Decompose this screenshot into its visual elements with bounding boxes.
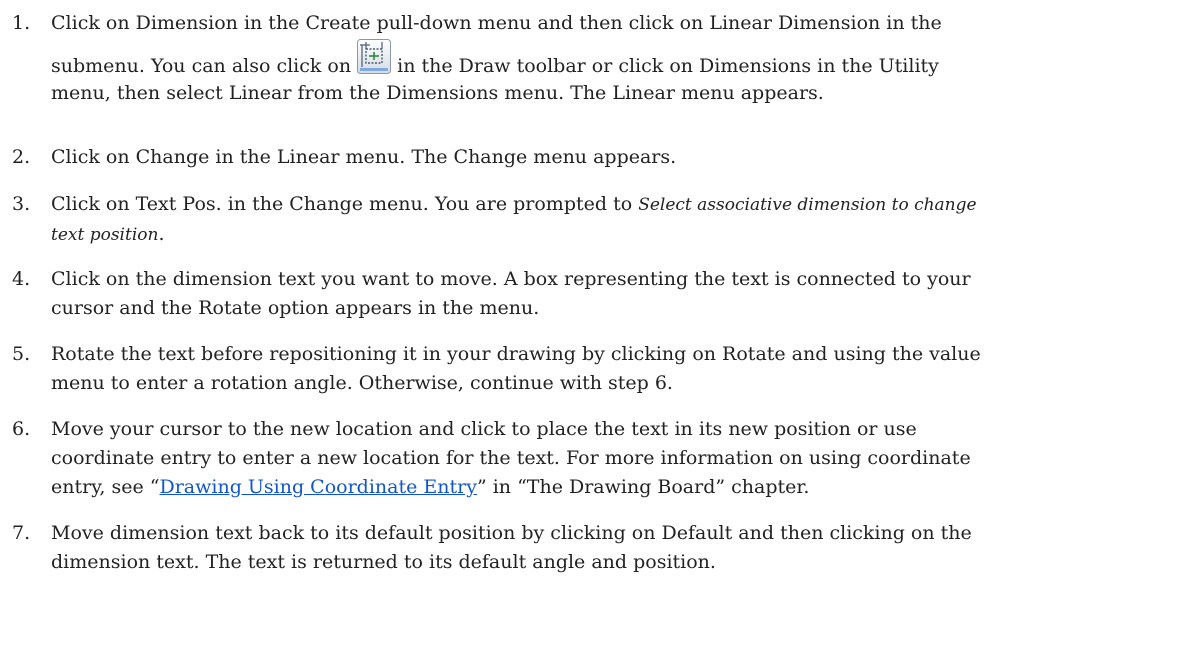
- step-3-period: .: [158, 223, 165, 245]
- step-3-line-1-text: Click on Text Pos. in the Change menu. Y…: [51, 193, 633, 215]
- step-number: 6.: [12, 418, 31, 440]
- step-3-prompt-text: Select associative dimension to change: [638, 195, 977, 215]
- step-number: 5.: [12, 343, 31, 365]
- step-1-line-3: menu, then select Linear from the Dimens…: [51, 82, 824, 104]
- step-7-line-1: Move dimension text back to its default …: [51, 522, 972, 544]
- step-text: Rotate the text before repositioning it …: [51, 341, 1191, 397]
- step-number: 1.: [12, 12, 31, 34]
- coordinate-entry-link[interactable]: Drawing Using Coordinate Entry: [159, 476, 476, 498]
- step-6-line-3: entry, see “Drawing Using Coordinate Ent…: [51, 474, 1191, 501]
- step-1-line-2-end: in the Draw toolbar or click on Dimensio…: [397, 55, 939, 77]
- step-6-line-3-start: entry, see “: [51, 476, 160, 498]
- step-3-line-2: text position.: [51, 221, 1191, 249]
- step-5-line-2: menu to enter a rotation angle. Otherwis…: [51, 372, 673, 394]
- instruction-document: 1. Click on Dimension in the Create pull…: [0, 0, 1198, 661]
- step-4-line-1: Click on the dimension text you want to …: [51, 268, 971, 290]
- step-6-line-2: coordinate entry to enter a new location…: [51, 447, 971, 469]
- step-1-line-1: Click on Dimension in the Create pull-do…: [51, 12, 942, 34]
- step-number: 7.: [12, 522, 31, 544]
- step-6-line-1: Move your cursor to the new location and…: [51, 418, 917, 440]
- step-number: 4.: [12, 268, 31, 290]
- step-number: 3.: [12, 193, 31, 215]
- step-text: Click on Change in the Linear menu. The …: [51, 144, 1191, 171]
- step-number: 2.: [12, 146, 31, 168]
- step-text: Click on Dimension in the Create pull-do…: [51, 10, 1191, 107]
- step-4-line-2: cursor and the Rotate option appears in …: [51, 297, 540, 319]
- step-6-line-3-end: ” in “The Drawing Board” chapter.: [476, 476, 810, 498]
- step-5-line-1: Rotate the text before repositioning it …: [51, 343, 981, 365]
- step-text: Click on Text Pos. in the Change menu. Y…: [51, 191, 1191, 249]
- step-1-line-2-start: submenu. You can also click on: [51, 55, 352, 77]
- step-text: Move dimension text back to its default …: [51, 520, 1191, 576]
- step-text: Move your cursor to the new location and…: [51, 416, 1191, 501]
- step-7-line-2: dimension text. The text is returned to …: [51, 551, 716, 573]
- step-2-line-1: Click on Change in the Linear menu. The …: [51, 146, 677, 168]
- step-3-line-1: Click on Text Pos. in the Change menu. Y…: [51, 191, 1191, 219]
- step-text: Click on the dimension text you want to …: [51, 266, 1191, 322]
- step-3-prompt-text-end: text position: [51, 225, 159, 245]
- linear-dimension-icon[interactable]: [357, 39, 392, 74]
